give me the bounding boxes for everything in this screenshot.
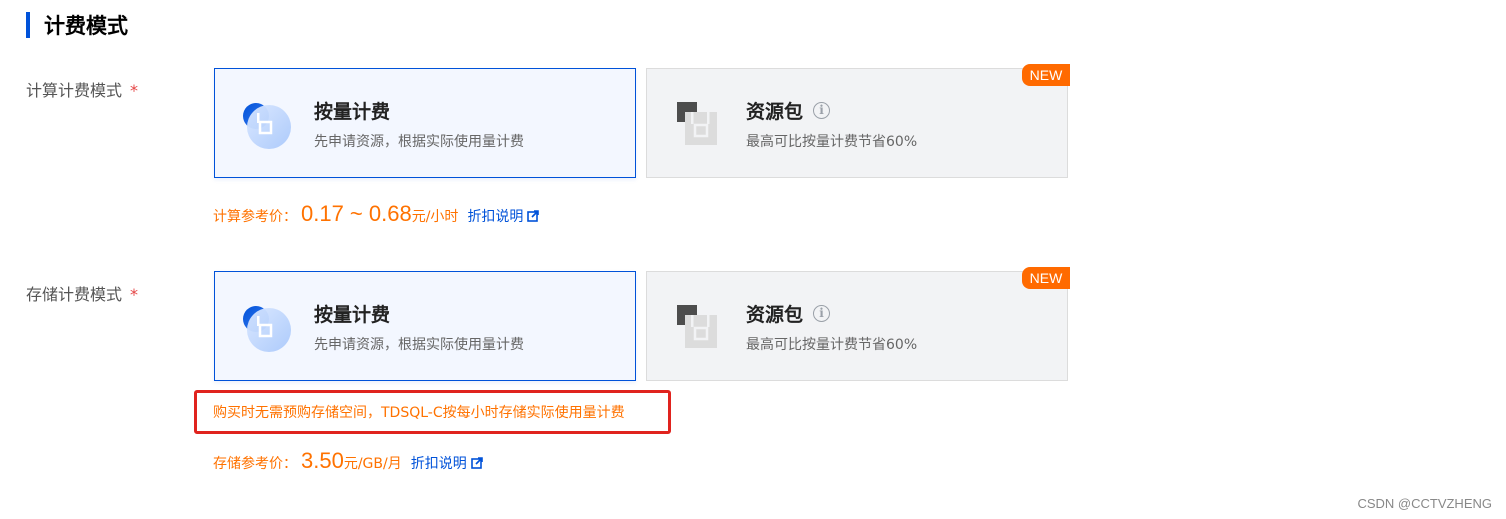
- price-label: 计算参考价：: [213, 209, 297, 225]
- discount-link[interactable]: 折扣说明: [467, 206, 540, 226]
- section-accent-bar: [26, 12, 30, 38]
- watermark: CSDN @CCTVZHENG: [1357, 496, 1492, 511]
- section-header: 计费模式: [26, 10, 128, 40]
- compute-billing-label: 计算计费模式 *: [26, 77, 138, 101]
- discount-link-text: 折扣说明: [410, 456, 467, 472]
- new-badge: NEW: [1022, 267, 1070, 289]
- option-description: 最高可比按量计费节省60%: [746, 337, 918, 353]
- option-title: 资源包 i: [746, 97, 831, 124]
- storage-reference-price: 存储参考价： 3.50 元/GB/月 折扣说明: [213, 448, 483, 474]
- option-description: 先申请资源，根据实际使用量计费: [314, 337, 524, 353]
- option-title-text: 资源包: [746, 304, 804, 326]
- pay-as-you-go-icon: [243, 103, 291, 149]
- pay-as-you-go-icon: [243, 306, 291, 352]
- price-value: 3.50: [301, 448, 344, 473]
- required-mark: *: [130, 285, 139, 304]
- option-title-text: 资源包: [746, 101, 804, 123]
- required-mark: *: [130, 81, 139, 100]
- discount-link[interactable]: 折扣说明: [411, 453, 483, 473]
- resource-pack-icon: [677, 102, 717, 145]
- price-value: 0.17 ~ 0.68: [301, 201, 412, 226]
- option-description: 先申请资源，根据实际使用量计费: [314, 134, 524, 150]
- new-badge: NEW: [1022, 64, 1070, 86]
- section-title: 计费模式: [44, 14, 128, 38]
- compute-option-resource-pack[interactable]: 资源包 i 最高可比按量计费节省60% NEW: [646, 64, 1070, 178]
- storage-notice: 购买时无需预购存储空间，TDSQL-C按每小时存储实际使用量计费: [194, 390, 671, 434]
- price-label: 存储参考价：: [213, 456, 297, 472]
- compute-reference-price: 计算参考价： 0.17 ~ 0.68 元/小时 折扣说明: [213, 201, 540, 227]
- storage-billing-label-text: 存储计费模式: [26, 285, 123, 304]
- option-title: 按量计费: [314, 101, 391, 123]
- resource-pack-icon: [677, 305, 717, 348]
- option-title: 资源包 i: [746, 300, 831, 327]
- compute-billing-label-text: 计算计费模式: [26, 81, 123, 100]
- price-unit: 元/小时: [411, 209, 459, 225]
- option-title: 按量计费: [314, 304, 391, 326]
- storage-option-pay-as-you-go[interactable]: 按量计费 先申请资源，根据实际使用量计费: [214, 271, 636, 381]
- storage-billing-label: 存储计费模式 *: [26, 281, 138, 305]
- option-description: 最高可比按量计费节省60%: [746, 134, 918, 150]
- external-link-icon: [527, 210, 540, 222]
- compute-option-pay-as-you-go[interactable]: 按量计费 先申请资源，根据实际使用量计费: [214, 68, 636, 178]
- storage-option-resource-pack[interactable]: 资源包 i 最高可比按量计费节省60% NEW: [646, 267, 1070, 381]
- external-link-icon: [470, 457, 483, 469]
- info-icon[interactable]: i: [813, 102, 831, 119]
- info-icon[interactable]: i: [813, 305, 831, 322]
- discount-link-text: 折扣说明: [467, 209, 524, 225]
- price-unit: 元/GB/月: [343, 456, 402, 472]
